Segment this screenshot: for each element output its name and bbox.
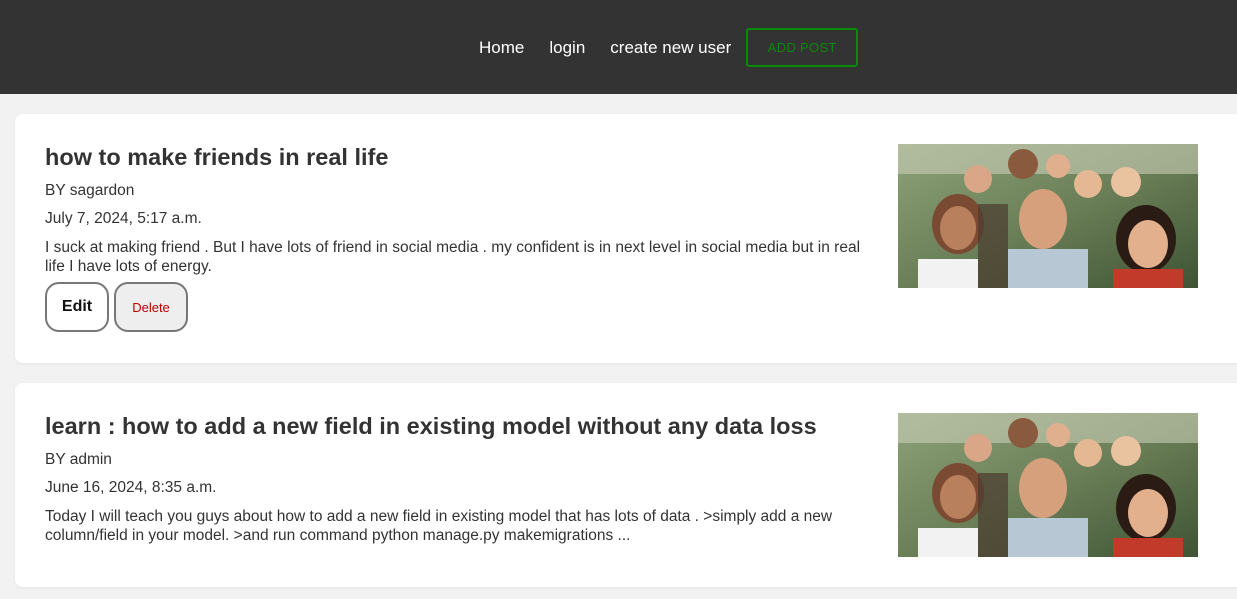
top-navbar: Home login create new user ADD POST: [0, 0, 1237, 94]
main-nav: Home login create new user ADD POST: [479, 28, 859, 67]
post-card: learn : how to add a new field in existi…: [15, 383, 1237, 587]
post-title[interactable]: how to make friends in real life: [45, 144, 388, 171]
edit-button[interactable]: Edit: [45, 282, 109, 332]
post-date: June 16, 2024, 8:35 a.m.: [45, 479, 217, 496]
post-excerpt: Today I will teach you guys about how to…: [45, 508, 833, 544]
add-post-button[interactable]: ADD POST: [746, 28, 859, 67]
post-author: BY admin: [45, 451, 112, 468]
post-thumbnail[interactable]: [898, 413, 1198, 557]
post-excerpt: I suck at making friend . But I have lot…: [45, 239, 861, 275]
nav-create-user-link[interactable]: create new user: [610, 38, 731, 58]
post-card: how to make friends in real life BY saga…: [15, 114, 1237, 363]
nav-login-link[interactable]: login: [549, 38, 585, 58]
post-date: July 7, 2024, 5:17 a.m.: [45, 210, 202, 227]
post-author: BY sagardon: [45, 182, 135, 199]
post-thumbnail[interactable]: [898, 144, 1198, 288]
post-title[interactable]: learn : how to add a new field in existi…: [45, 413, 817, 440]
delete-button[interactable]: Delete: [114, 282, 188, 332]
nav-home-link[interactable]: Home: [479, 38, 524, 58]
